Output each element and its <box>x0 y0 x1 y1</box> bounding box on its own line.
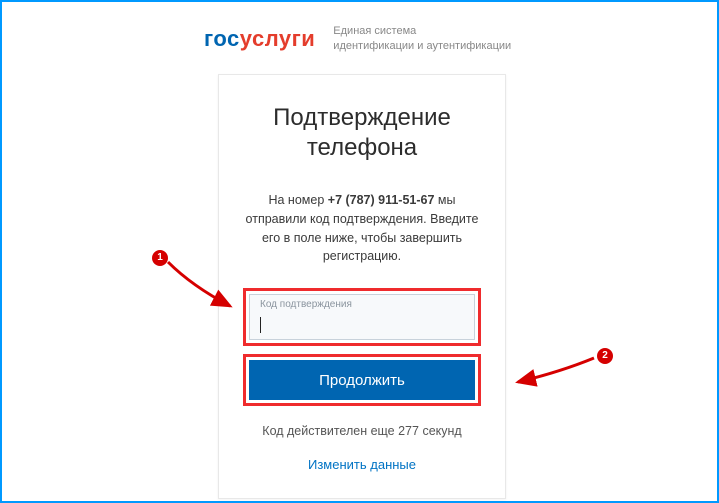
header-subtitle: Единая система идентификации и аутентифи… <box>333 24 511 54</box>
confirmation-card: Подтверждение телефона На номер +7 (787)… <box>218 74 506 499</box>
countdown-status: Код действителен еще 277 секунд <box>243 424 481 438</box>
header: госуслуги Единая система идентификации и… <box>2 2 717 54</box>
page-title: Подтверждение телефона <box>243 103 481 163</box>
code-field-label: Код подтверждения <box>260 299 464 310</box>
continue-button-highlight: Продолжить <box>243 354 481 406</box>
code-field-highlight: Код подтверждения <box>243 288 481 346</box>
logo-text-gos: гос <box>204 26 240 51</box>
countdown-seconds: 277 <box>398 424 419 438</box>
logo-text-uslugi: услуги <box>240 26 316 51</box>
logo: госуслуги <box>204 26 315 52</box>
instruction-text: На номер +7 (787) 911-51-67 мы отправили… <box>243 191 481 266</box>
change-data-link[interactable]: Изменить данные <box>308 457 416 472</box>
code-field[interactable]: Код подтверждения <box>249 294 475 340</box>
annotation-badge-1: 1 <box>152 250 168 266</box>
text-caret <box>260 317 261 333</box>
phone-number: +7 (787) 911-51-67 <box>328 193 435 207</box>
code-input[interactable] <box>260 311 464 331</box>
annotation-arrow-2 <box>510 354 600 394</box>
annotation-badge-2: 2 <box>597 348 613 364</box>
continue-button[interactable]: Продолжить <box>249 360 475 400</box>
